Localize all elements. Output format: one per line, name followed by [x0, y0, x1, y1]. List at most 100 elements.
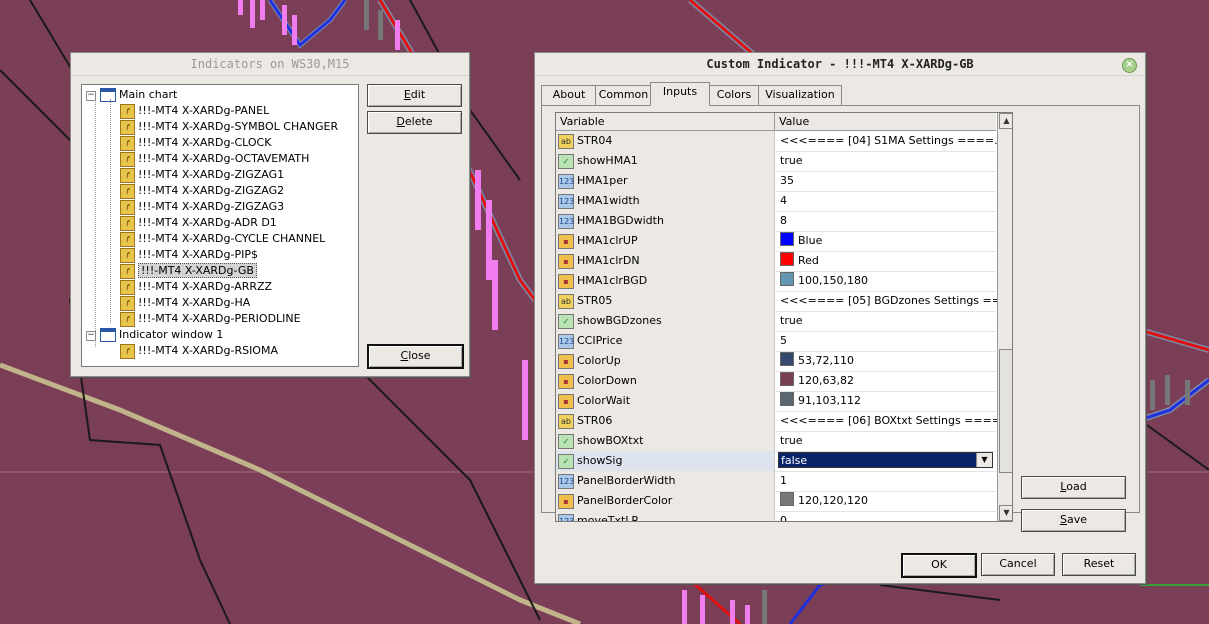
indicator-icon: f — [120, 311, 135, 327]
table-row[interactable]: 123 HMA1width 4 — [556, 191, 996, 212]
table-row[interactable]: 123 HMA1BGDwidth 8 — [556, 211, 996, 232]
table-row[interactable]: 123 PanelBorderWidth 1 — [556, 471, 996, 492]
table-row[interactable]: ✓ showBOXtxt true — [556, 431, 996, 452]
table-row[interactable]: ▪ HMA1clrDN Red — [556, 251, 996, 272]
row-variable: PanelBorderWidth — [577, 474, 676, 487]
type-ab-icon: ab — [558, 294, 574, 309]
row-variable: moveTxtLR — [577, 514, 640, 522]
ok-button[interactable]: OK — [901, 553, 977, 578]
table-row[interactable]: ▪ HMA1clrUP Blue — [556, 231, 996, 252]
table-row[interactable]: ✓ showSig false ▼ — [556, 451, 996, 472]
table-row[interactable]: ▪ ColorDown 120,63,82 — [556, 371, 996, 392]
row-value[interactable]: 53,72,110 — [780, 351, 854, 371]
collapse-window-icon[interactable]: − — [86, 331, 96, 341]
indicator-icon: f — [120, 103, 135, 119]
dropdown-value: false — [781, 454, 808, 467]
table-row[interactable]: ab STR06 <<<==== [06] BOXtxt Settings ====… — [556, 411, 1012, 432]
tree-item-indicator[interactable]: f !!!-MT4 X-XARDg-RSIOMA — [120, 343, 278, 359]
close-button[interactable]: Close — [367, 344, 464, 369]
row-value[interactable]: 8 — [780, 211, 787, 231]
row-value[interactable]: 91,103,112 — [780, 391, 861, 411]
reset-button[interactable]: Reset — [1062, 553, 1136, 576]
tree-item-indicator[interactable]: f !!!-MT4 X-XARDg-GB — [120, 263, 257, 279]
edit-button[interactable]: Edit — [367, 84, 462, 107]
row-value[interactable]: 100,150,180 — [780, 271, 868, 291]
tree-item-indicator[interactable]: f !!!-MT4 X-XARDg-CLOCK — [120, 135, 271, 151]
tab-common[interactable]: Common — [595, 85, 652, 105]
value-dropdown[interactable]: false ▼ — [778, 452, 993, 468]
table-row[interactable]: ✓ showHMA1 true — [556, 151, 996, 172]
row-value[interactable]: Red — [780, 251, 819, 271]
tree-node-main-chart[interactable]: Main chart — [100, 87, 177, 103]
row-value[interactable]: Blue — [780, 231, 822, 251]
tree-item-indicator[interactable]: f !!!-MT4 X-XARDg-HA — [120, 295, 250, 311]
row-value[interactable]: true — [780, 151, 803, 171]
indicator-tree[interactable]: − Main chart f !!!-MT4 X-XARDg-PANEL f !!!-MT… — [81, 84, 359, 367]
table-row[interactable]: ▪ PanelBorderColor 120,120,120 — [556, 491, 996, 512]
variable-cell: ✓ showHMA1 — [556, 151, 775, 171]
grid-scrollbar[interactable]: ▲ ▼ — [997, 113, 1012, 521]
row-value[interactable]: <<<==== [06] BOXtxt Settings ====... — [780, 411, 1012, 431]
column-value[interactable]: Value — [775, 113, 809, 130]
row-value[interactable]: 4 — [780, 191, 787, 211]
save-button[interactable]: Save — [1021, 509, 1126, 532]
tab-visualization[interactable]: Visualization — [758, 85, 842, 105]
tree-item-indicator[interactable]: f !!!-MT4 X-XARDg-OCTAVEMATH — [120, 151, 309, 167]
scroll-down-icon[interactable]: ▼ — [999, 505, 1012, 521]
tree-item-label: !!!-MT4 X-XARDg-CYCLE CHANNEL — [138, 232, 326, 245]
tree-item-indicator[interactable]: f !!!-MT4 X-XARDg-CYCLE CHANNEL — [120, 231, 325, 247]
tree-item-label: !!!-MT4 X-XARDg-ARRZZ — [138, 280, 273, 293]
variable-cell: ab STR05 — [556, 291, 775, 311]
close-icon[interactable]: × — [1122, 58, 1137, 73]
row-value[interactable]: 120,120,120 — [780, 491, 868, 511]
table-row[interactable]: ▪ HMA1clrBGD 100,150,180 — [556, 271, 996, 292]
tree-item-indicator[interactable]: f !!!-MT4 X-XARDg-SYMBOL CHANGER — [120, 119, 338, 135]
row-value[interactable]: <<<==== [04] S1MA Settings ====... — [780, 131, 1005, 151]
cancel-button[interactable]: Cancel — [981, 553, 1055, 576]
type-int-icon: 123 — [558, 334, 574, 349]
tab-about[interactable]: About — [541, 85, 597, 105]
scroll-up-icon[interactable]: ▲ — [999, 113, 1012, 129]
column-variable[interactable]: Variable — [556, 113, 775, 130]
table-row[interactable]: 123 HMA1per 35 — [556, 171, 996, 192]
row-value[interactable]: <<<==== [05] BGDzones Settings ==... — [780, 291, 1011, 311]
chevron-down-icon[interactable]: ▼ — [976, 453, 992, 467]
table-row[interactable]: ▪ ColorWait 91,103,112 — [556, 391, 996, 412]
row-value[interactable]: 0 — [780, 511, 787, 521]
table-row[interactable]: ab STR04 <<<==== [04] S1MA Settings ====..… — [556, 131, 1005, 152]
row-value[interactable]: true — [780, 311, 803, 331]
table-row[interactable]: 123 moveTxtLR 0 — [556, 511, 996, 522]
table-row[interactable]: ✓ showBGDzones true — [556, 311, 996, 332]
load-button[interactable]: Load — [1021, 476, 1126, 499]
row-value-text: <<<==== [05] BGDzones Settings ==... — [780, 294, 1012, 307]
tree-item-indicator[interactable]: f !!!-MT4 X-XARDg-ZIGZAG3 — [120, 199, 284, 215]
row-value[interactable]: true — [780, 431, 803, 451]
indicator-icon: f — [120, 215, 135, 231]
tree-item-indicator[interactable]: f !!!-MT4 X-XARDg-ARRZZ — [120, 279, 272, 295]
row-value[interactable]: 5 — [780, 331, 787, 351]
tab-colors[interactable]: Colors — [708, 85, 760, 105]
row-value[interactable]: 35 — [780, 171, 794, 191]
table-row[interactable]: ▪ ColorUp 53,72,110 — [556, 351, 996, 372]
row-value[interactable]: 120,63,82 — [780, 371, 854, 391]
tree-node-indicator-window[interactable]: Indicator window 1 — [100, 327, 223, 343]
tab-inputs[interactable]: Inputs — [650, 82, 710, 106]
tree-item-indicator[interactable]: f !!!-MT4 X-XARDg-ADR D1 — [120, 215, 277, 231]
row-variable: ColorWait — [577, 394, 631, 407]
row-value[interactable]: 1 — [780, 471, 787, 491]
collapse-main-icon[interactable]: − — [86, 91, 96, 101]
tree-item-indicator[interactable]: f !!!-MT4 X-XARDg-PERIODLINE — [120, 311, 301, 327]
tree-item-label: !!!-MT4 X-XARDg-PIP$ — [138, 248, 258, 261]
delete-button[interactable]: Delete — [367, 111, 462, 134]
row-value-text: 91,103,112 — [798, 394, 861, 407]
tree-item-indicator[interactable]: f !!!-MT4 X-XARDg-PANEL — [120, 103, 269, 119]
tree-item-indicator[interactable]: f !!!-MT4 X-XARDg-ZIGZAG1 — [120, 167, 284, 183]
variable-cell: ▪ HMA1clrUP — [556, 231, 775, 251]
table-row[interactable]: ab STR05 <<<==== [05] BGDzones Settings ==… — [556, 291, 1011, 312]
scroll-thumb[interactable] — [999, 349, 1012, 473]
tree-item-indicator[interactable]: f !!!-MT4 X-XARDg-ZIGZAG2 — [120, 183, 284, 199]
tree-item-indicator[interactable]: f !!!-MT4 X-XARDg-PIP$ — [120, 247, 258, 263]
table-row[interactable]: 123 CCIPrice 5 — [556, 331, 996, 352]
indicator-icon: f — [120, 183, 135, 199]
type-clr-icon: ▪ — [558, 374, 574, 389]
